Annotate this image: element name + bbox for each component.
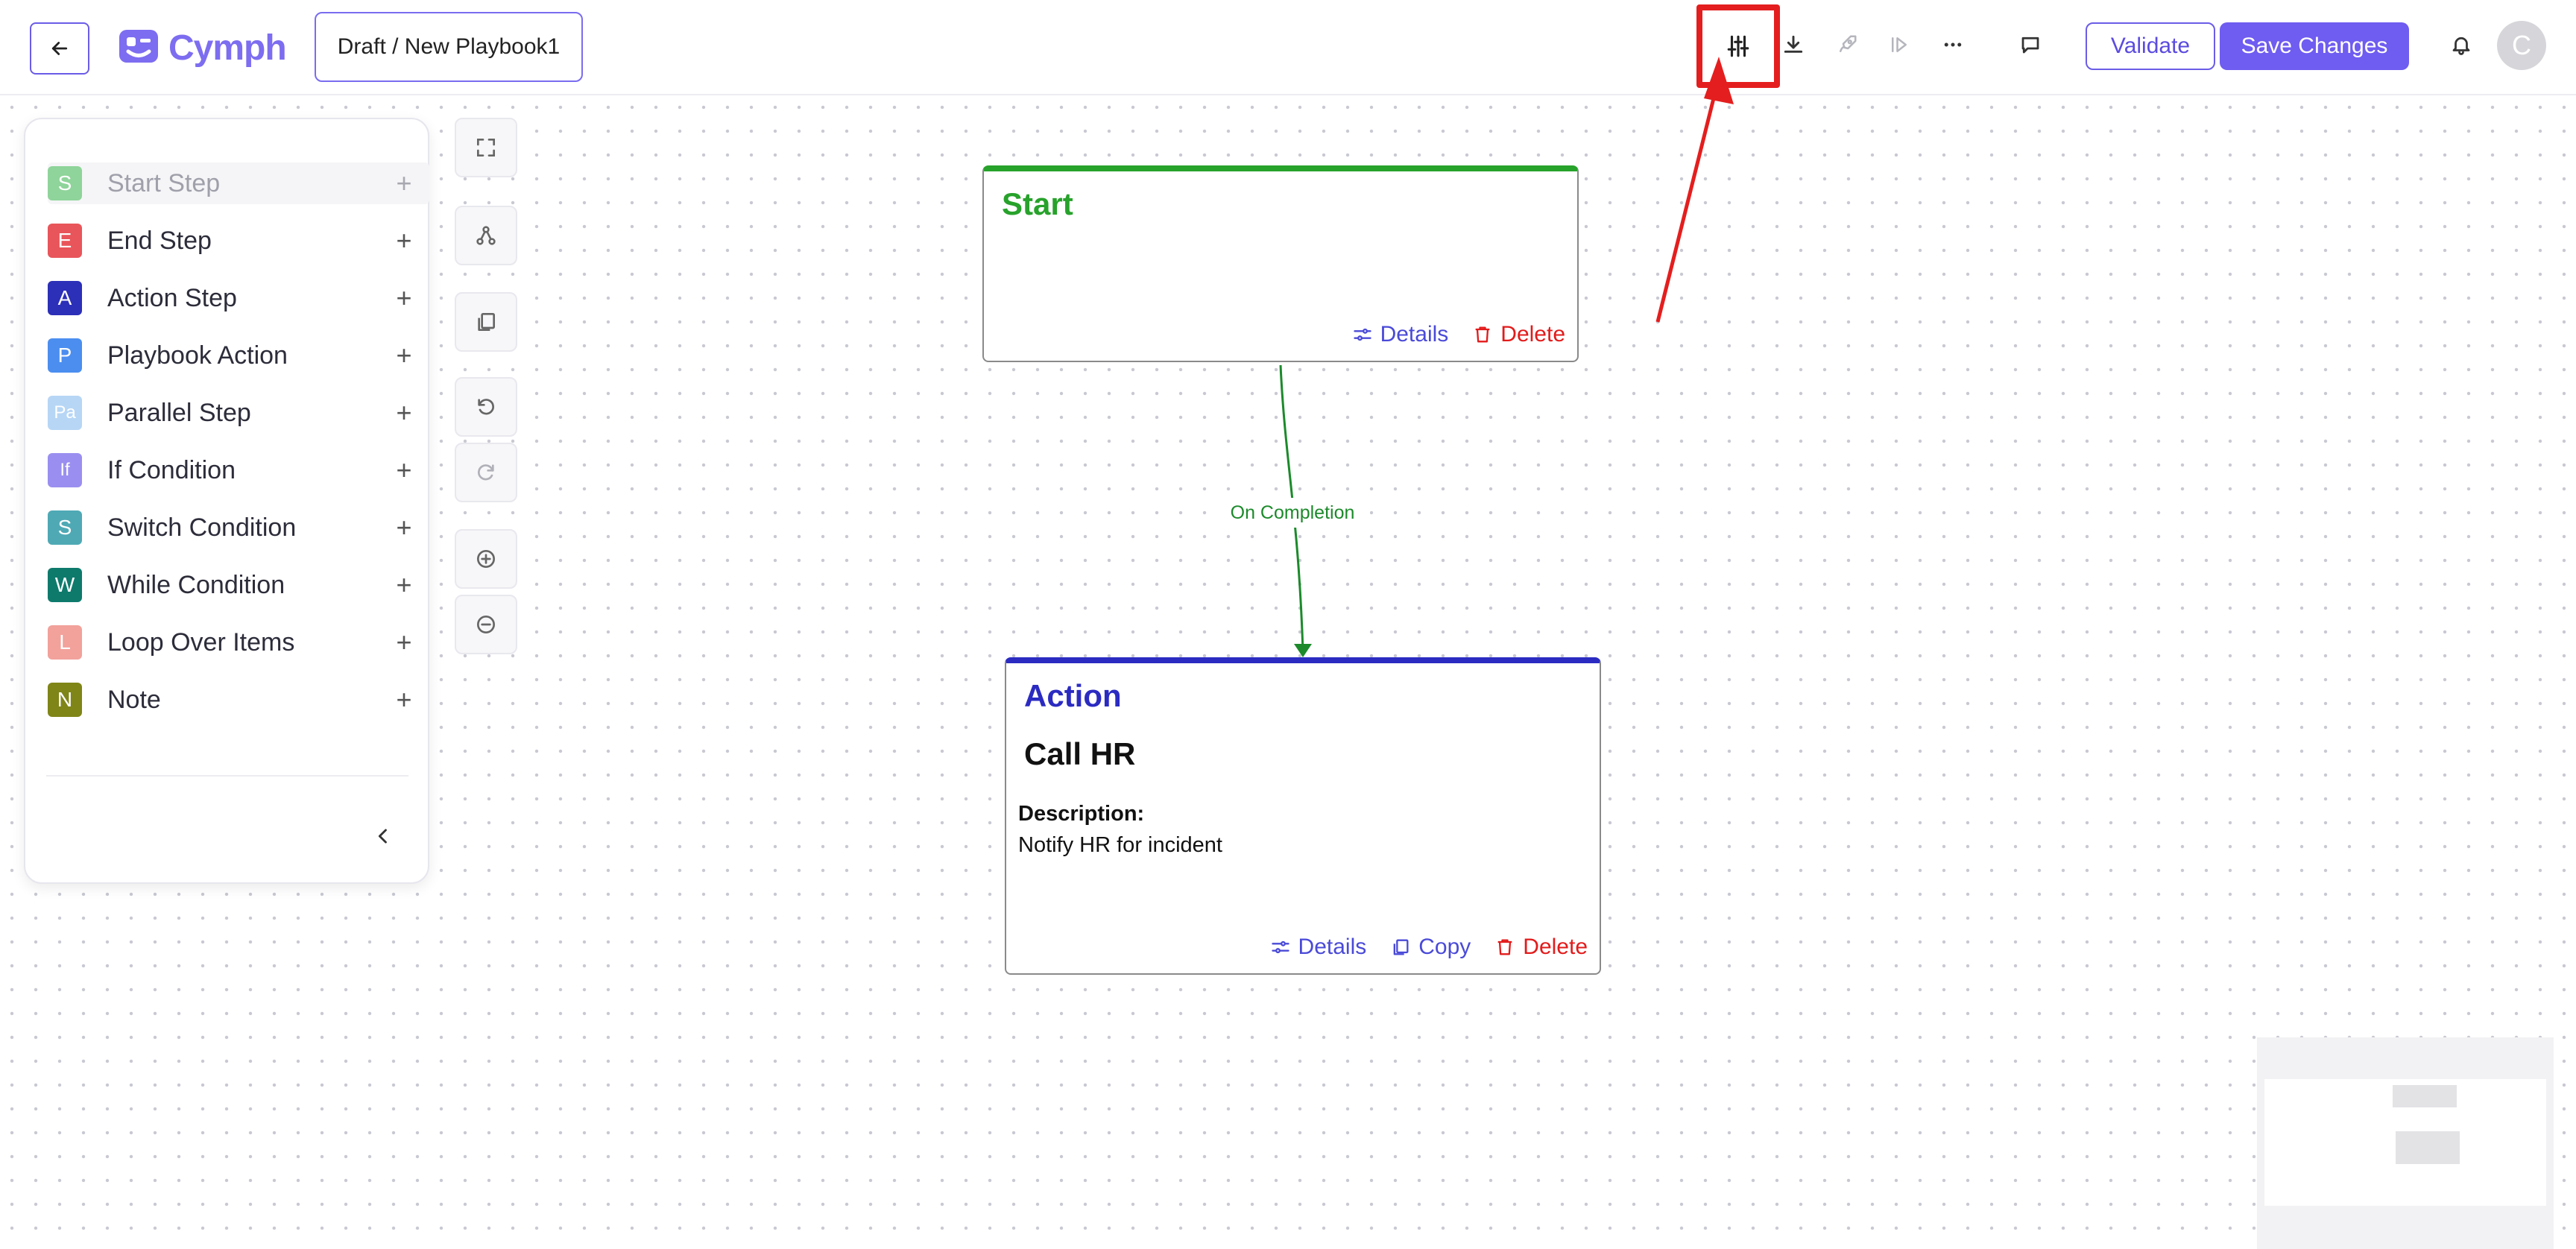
copy-icon: [1393, 939, 1409, 955]
node-type-label: Start: [1002, 186, 1073, 221]
node-title: Call HR: [1024, 736, 1136, 771]
sliders-icon: [1353, 328, 1371, 341]
minimap-node: [2393, 1085, 2457, 1107]
details-button[interactable]: Details: [1270, 935, 1367, 960]
trash-icon: [1475, 326, 1490, 343]
details-label: Details: [1380, 322, 1449, 347]
delete-button[interactable]: Delete: [1494, 935, 1588, 960]
copy-label: Copy: [1418, 935, 1471, 959]
node-actions: Details Delete: [1328, 322, 1565, 347]
minimap[interactable]: [2257, 1037, 2554, 1249]
node-actions: Details Copy Delete: [1246, 935, 1588, 960]
details-button[interactable]: Details: [1352, 322, 1449, 347]
start-node[interactable]: Start Details Delete: [982, 165, 1579, 362]
action-node[interactable]: Action Call HR Description: Notify HR fo…: [1005, 657, 1601, 975]
minimap-viewport: [2264, 1079, 2546, 1206]
sliders-icon: [1271, 940, 1289, 954]
delete-label: Delete: [1500, 322, 1565, 347]
details-label: Details: [1298, 935, 1367, 959]
trash-icon: [1497, 939, 1512, 955]
minimap-node: [2396, 1131, 2460, 1164]
delete-button[interactable]: Delete: [1472, 322, 1565, 347]
delete-label: Delete: [1523, 935, 1588, 959]
description-label: Description:: [1018, 802, 1145, 826]
node-type-label: Action: [1024, 678, 1122, 713]
description-text: Notify HR for incident: [1018, 833, 1222, 857]
copy-button[interactable]: Copy: [1390, 935, 1471, 960]
edge-label: On Completion: [1215, 498, 1370, 528]
